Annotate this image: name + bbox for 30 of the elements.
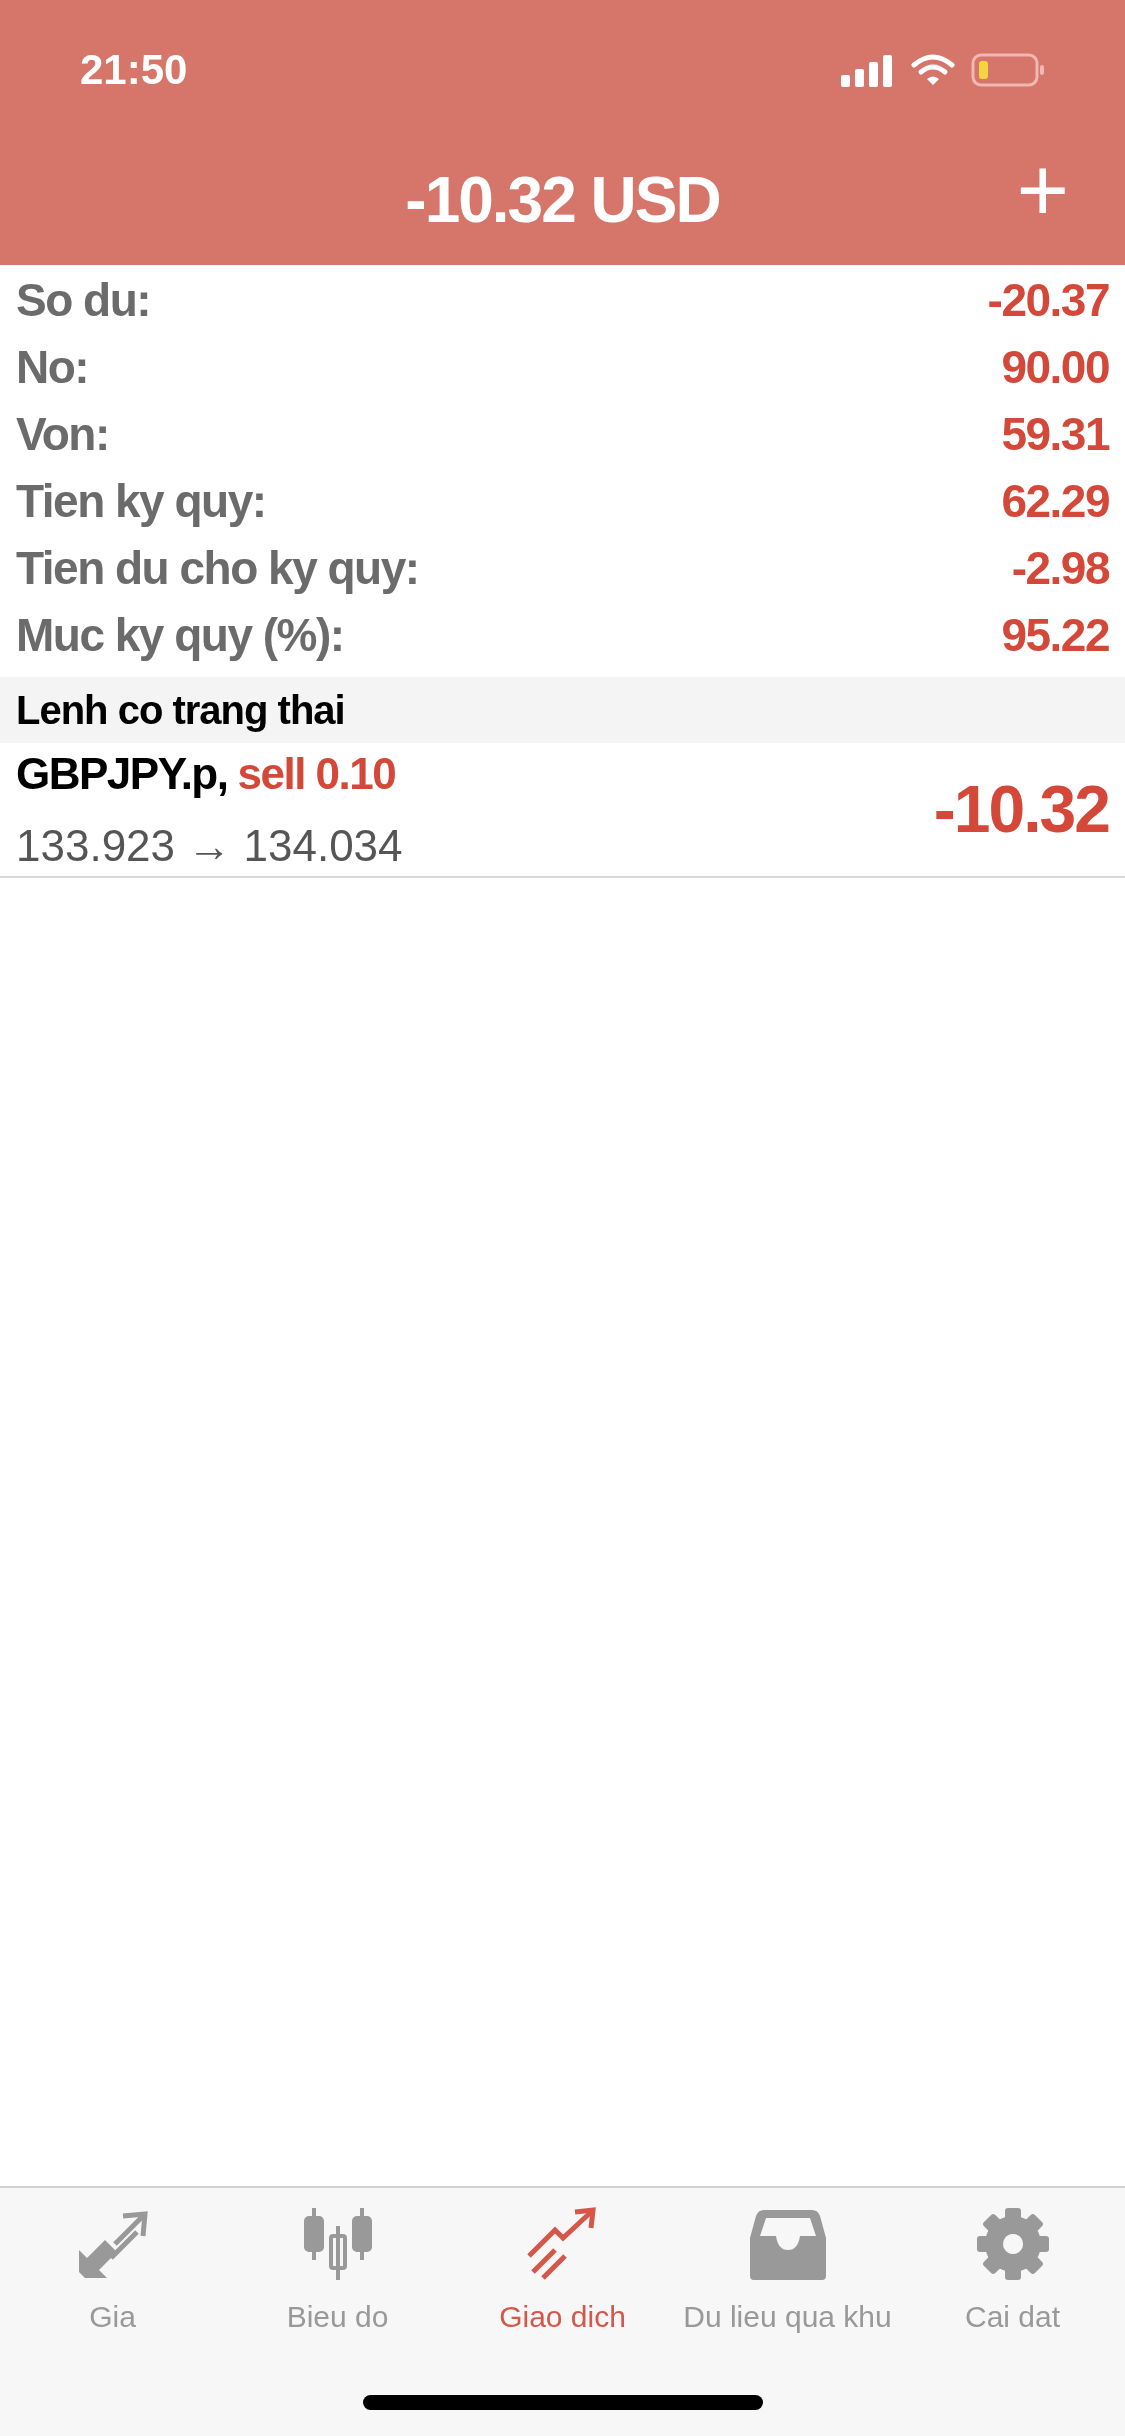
tab-item[interactable]: Cai dat: [900, 2206, 1125, 2339]
wifi-icon: [911, 52, 955, 87]
position-profit: -10.32: [933, 771, 1109, 848]
summary-value: 90.00: [1001, 340, 1109, 395]
tab-item[interactable]: Du lieu qua khu: [675, 2206, 900, 2339]
position-side: sell 0.10: [237, 747, 396, 800]
summary-value: 62.29: [1001, 474, 1109, 529]
battery-icon: [971, 52, 1045, 87]
position-symbol: GBPJPY.p,: [16, 747, 228, 800]
tab-item[interactable]: Giao dich: [450, 2206, 675, 2339]
summary-value: -2.98: [1011, 541, 1109, 596]
summary-value: -20.37: [987, 273, 1109, 328]
summary-label: No:: [16, 340, 89, 395]
position-row[interactable]: GBPJPY.p, sell 0.10 133.923 → 134.034 -10.32: [0, 743, 1125, 878]
position-prices: 133.923 → 134.034: [16, 819, 403, 872]
summary-label: So du:: [16, 273, 151, 328]
tab-item[interactable]: Gia: [0, 2206, 225, 2339]
summary-label: Muc ky quy (%):: [16, 608, 344, 663]
summary-value: 59.31: [1001, 407, 1109, 462]
settings-icon: [974, 2206, 1051, 2282]
signal-icon: [841, 52, 895, 87]
balance-title: -10.32 USD: [405, 163, 720, 238]
section-title: Lenh co trang thai: [16, 687, 345, 734]
summary-label: Tien du cho ky quy:: [16, 541, 419, 596]
summary-value: 95.22: [1001, 608, 1109, 663]
add-button[interactable]: +: [1010, 145, 1075, 235]
status-time: 21:50: [80, 45, 188, 95]
summary-label: Tien ky quy:: [16, 474, 266, 529]
tab-item[interactable]: Bieu do: [225, 2206, 450, 2339]
summary-label: Von:: [16, 407, 109, 462]
